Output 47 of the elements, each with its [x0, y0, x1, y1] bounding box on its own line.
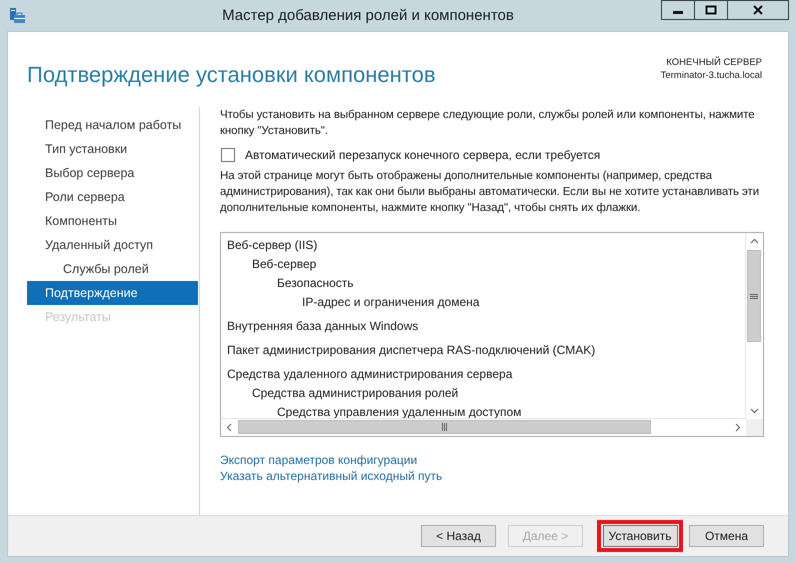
scroll-thumb[interactable] — [238, 420, 651, 434]
server-label: КОНЕЧНЫЙ СЕРВЕР — [665, 56, 762, 69]
minimize-button[interactable] — [661, 0, 695, 20]
close-button[interactable] — [727, 0, 789, 20]
feature-item: Пакет администрирования диспетчера RAS-подключений (CMAK) — [227, 342, 596, 359]
scroll-down-icon[interactable] — [750, 408, 759, 414]
link[interactable]: Указать альтернативный исходный путь — [220, 469, 442, 484]
wizard-step[interactable]: Подтверждение — [27, 281, 198, 305]
window-title: Мастер добавления ролей и компонентов — [221, 7, 515, 24]
link[interactable]: Экспорт параметров конфигурации — [220, 453, 418, 468]
scrollbar-corner — [746, 419, 763, 436]
scroll-right-icon[interactable] — [735, 423, 741, 432]
grip-icon — [441, 423, 448, 431]
horizontal-scrollbar[interactable] — [221, 418, 746, 436]
grip-icon — [750, 292, 758, 300]
checkbox-label: Автоматический перезапуск конечного сервера, если требуется — [245, 148, 600, 162]
feature-item: Средства управления удаленным доступом — [276, 404, 522, 419]
feature-item: Веб-сервер — [251, 256, 318, 273]
feature-item: Средства удаленного администрирования сервера — [227, 366, 514, 383]
page-heading: Подтверждение установки компонентов — [27, 62, 436, 88]
wizard-step[interactable]: Удаленный доступ — [27, 233, 198, 257]
wizard-step[interactable]: Компоненты — [27, 209, 198, 233]
wizard-step[interactable]: Службы ролей — [27, 257, 198, 281]
intro-text: Чтобы установить на выбранном сервере следующие роли, службы ролей или компоненты, нажмите кнопку "Установить". — [220, 108, 756, 139]
maximize-button[interactable] — [694, 0, 728, 20]
wizard-button[interactable]: Отмена — [689, 525, 764, 547]
wizard-step[interactable]: Перед началом работы — [27, 113, 198, 137]
wizard-button[interactable]: Установить — [602, 525, 678, 547]
restart-checkbox[interactable] — [221, 148, 235, 162]
feature-item: IP-адрес и ограничения домена — [301, 294, 480, 311]
feature-item: Безопасность — [276, 275, 355, 292]
wizard-step[interactable]: Роли сервера — [27, 185, 198, 209]
maximize-icon — [705, 5, 717, 15]
server-name: Terminator-3.tucha.local — [660, 69, 762, 82]
vertical-scrollbar[interactable] — [745, 233, 763, 419]
wizard-step[interactable]: Тип установки — [27, 137, 198, 161]
scroll-up-icon[interactable] — [750, 238, 759, 244]
feature-item: Веб-сервер (IIS) — [227, 237, 318, 254]
note-text: На этой странице могут быть отображены дополнительные компоненты (например, средства администрирования), так как они были выбраны автоматически. Если вы не хотите устанавливать эти дополнительные компоненты, нажмите кнопку "Назад", чтобы снять их флажки. — [220, 169, 760, 216]
close-icon — [753, 5, 763, 15]
wizard-button[interactable]: < Назад — [421, 525, 496, 547]
scroll-left-icon[interactable] — [226, 423, 232, 432]
scroll-thumb[interactable] — [747, 250, 761, 342]
feature-item: Внутренняя база данных Windows — [227, 318, 420, 335]
wizard-step[interactable]: Выбор сервера — [27, 161, 198, 185]
feature-item: Средства администрирования ролей — [251, 385, 460, 402]
server-manager-icon — [8, 6, 26, 24]
